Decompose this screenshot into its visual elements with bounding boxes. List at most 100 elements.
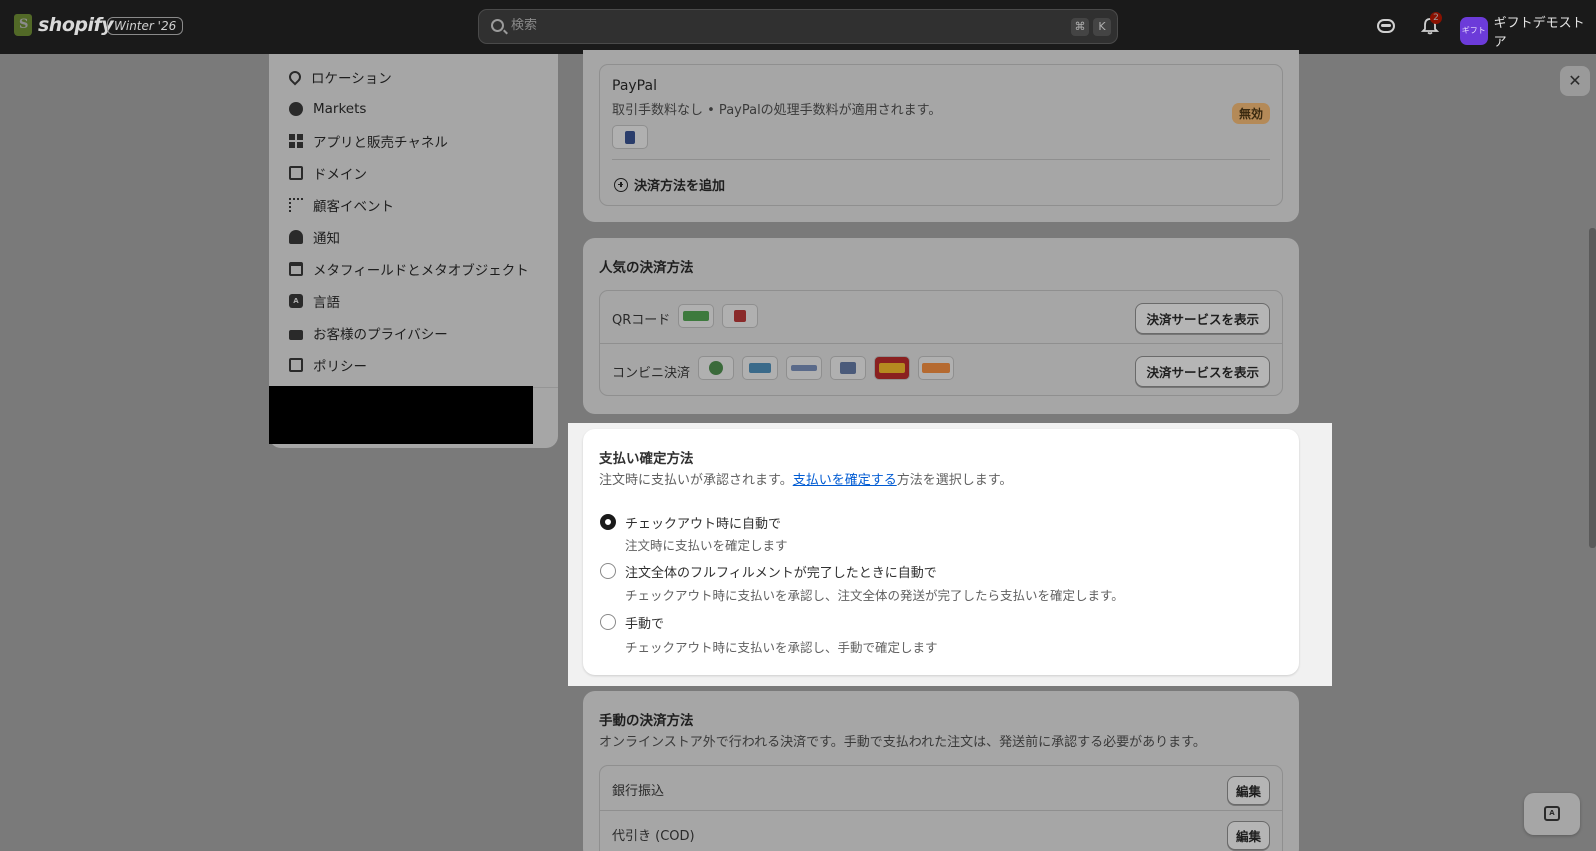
sidebar-item-label: Markets [313,101,367,117]
search-input[interactable] [511,18,1011,33]
language-icon: A [1544,806,1560,821]
search-bar[interactable]: ⌘ K [478,9,1118,44]
cod-label: 代引き (COD) [612,829,695,844]
divider [600,343,1282,344]
cursor-click-icon [289,198,303,212]
sidebar-item-label: 言語 [313,295,340,311]
edit-bank-transfer-button[interactable]: 編集 [1226,776,1270,805]
view-services-button-konbini[interactable]: 決済サービスを表示 [1135,356,1270,387]
notification-count-badge: 2 [1430,12,1442,24]
manual-payments-card: 手動の決済方法 オンラインストア外で行われる決済です。手動で支払われた注文は、発… [583,691,1299,851]
bell-icon [289,230,303,244]
sidebar-item-policies[interactable]: ポリシー [289,354,367,376]
status-badge: 無効 [1231,103,1270,124]
popular-payments-title: 人気の決済方法 [599,260,694,276]
rakuten-pay-logo [722,304,758,328]
sidebar-item-languages[interactable]: A 言語 [289,290,340,312]
description-text: 方法を選択します。 [896,473,1013,488]
sidebar-item-notifications[interactable]: 通知 [289,226,340,248]
seicomart-logo [918,356,954,380]
line-pay-logo [678,304,714,328]
sidebar-item-label: ロケーション [311,71,392,87]
shopify-bag-icon [14,14,32,36]
store-name: ギフトデモストア [1493,16,1585,50]
ministop-logo [830,356,866,380]
option-label-manual[interactable]: 手動で [625,613,664,632]
metafield-icon [289,262,303,276]
sidebar-item-label: アプリと販売チャネル [313,135,448,151]
policy-icon [289,358,303,372]
add-payment-method-button[interactable]: 決済方法を追加 [614,175,725,194]
manual-payments-list: 銀行振込 編集 代引き (COD) 編集 [599,765,1283,851]
lawson-logo [786,356,822,380]
paypal-card: PayPal 取引手数料なし • PayPalの処理手数料が適用されます。 無効… [583,50,1299,222]
edition-badge[interactable]: Winter '26 [107,17,184,35]
qr-code-label: QRコード [612,313,671,328]
popular-payments-card: 人気の決済方法 QRコード 決済サービスを表示 コンビニ決済 決済サービスを表示 [583,238,1299,414]
payment-capture-card: 支払い確定方法 注文時に支払いが承認されます。支払いを確定する方法を選択します。… [583,429,1299,675]
shortcut-k-key: K [1093,18,1111,36]
add-payment-method-label: 決済方法を追加 [634,179,726,194]
daily-yamazaki-logo [874,356,910,380]
paypal-description: 取引手数料なし • PayPalの処理手数料が適用されます。 [612,103,942,118]
manual-payments-description: オンラインストア外で行われる決済です。手動で支払われた注文は、発送前に承認する必… [599,735,1206,750]
option-help-manual: チェックアウト時に支払いを承認し、手動で確定します [625,640,938,655]
sidebar-item-label: ドメイン [313,167,367,183]
payment-capture-description: 注文時に支払いが承認されます。支払いを確定する方法を選択します。 [599,469,1012,488]
apps-icon [289,134,303,148]
top-bar: shopify Winter '26 ⌘ K 2 ギフト ギフトデモストア [0,0,1596,54]
sidebar-item-domains[interactable]: ドメイン [289,162,367,184]
bank-transfer-label: 銀行振込 [612,784,665,799]
sidebar-item-label: ポリシー [313,359,367,375]
sidebar-item-locations[interactable]: ロケーション [286,66,392,88]
sidebar-item-metafields[interactable]: メタフィールドとメタオブジェクト [289,258,529,280]
sidebar-item-label: 通知 [313,231,340,247]
sidebar-item-label: 顧客イベント [313,199,394,215]
sidebar-item-apps[interactable]: アプリと販売チャネル [289,130,448,152]
capture-payment-link[interactable]: 支払いを確定する [793,473,897,488]
popular-payments-list: QRコード 決済サービスを表示 コンビニ決済 決済サービスを表示 [599,290,1283,396]
radio-auto-fulfillment[interactable] [600,563,616,579]
globe-icon [289,102,303,116]
redacted-block [269,386,533,444]
lock-icon [289,330,303,340]
option-label-auto-fulfillment[interactable]: 注文全体のフルフィルメントが完了したときに自動で [625,562,937,581]
plus-circle-icon [614,177,628,192]
language-icon: A [289,294,303,308]
location-pin-icon [286,68,304,86]
sidebar-item-privacy[interactable]: お客様のプライバシー [289,322,448,344]
divider [600,810,1282,811]
domain-icon [289,166,303,180]
option-help-auto-fulfillment: チェックアウト時に支払いを承認し、注文全体の発送が完了したら支払いを確定します。 [625,588,1124,603]
shortcut-cmd-key: ⌘ [1071,18,1089,36]
sidebar-item-label: メタフィールドとメタオブジェクト [313,263,529,279]
option-label-auto-checkout[interactable]: チェックアウト時に自動で [625,513,781,532]
sidebar-item-customer-events[interactable]: 顧客イベント [289,194,394,216]
store-menu-button[interactable]: ギフト ギフトデモストア [1460,12,1596,50]
divider [612,159,1270,160]
search-icon [491,19,504,32]
edit-cod-button[interactable]: 編集 [1226,821,1270,850]
seven-eleven-logo [698,356,734,380]
radio-manual[interactable] [600,614,616,630]
description-text: 注文時に支払いが承認されます。 [599,473,793,488]
shopify-logo[interactable]: shopify [14,14,114,36]
paypal-box: PayPal 取引手数料なし • PayPalの処理手数料が適用されます。 無効… [599,64,1283,206]
manual-payments-title: 手動の決済方法 [599,713,694,729]
sidekick-icon[interactable] [1377,17,1395,35]
translate-float-button[interactable]: A [1524,793,1580,835]
radio-auto-checkout[interactable] [600,514,616,530]
close-button[interactable]: ✕ [1560,66,1590,96]
settings-sidebar: ロケーション Markets アプリと販売チャネル ドメイン 顧客イベント 通知… [269,54,558,448]
option-help-auto-checkout: 注文時に支払いを確定します [625,538,788,553]
sidebar-item-markets[interactable]: Markets [289,98,366,120]
brand-name: shopify [38,14,114,36]
sidebar-item-label: お客様のプライバシー [313,327,448,343]
convenience-store-label: コンビニ決済 [612,366,691,381]
view-services-button-qr[interactable]: 決済サービスを表示 [1135,303,1270,334]
familymart-logo [742,356,778,380]
paypal-logo [612,125,648,149]
store-avatar: ギフト [1460,17,1488,45]
scrollbar[interactable] [1589,228,1596,548]
payment-capture-title: 支払い確定方法 [599,451,694,467]
